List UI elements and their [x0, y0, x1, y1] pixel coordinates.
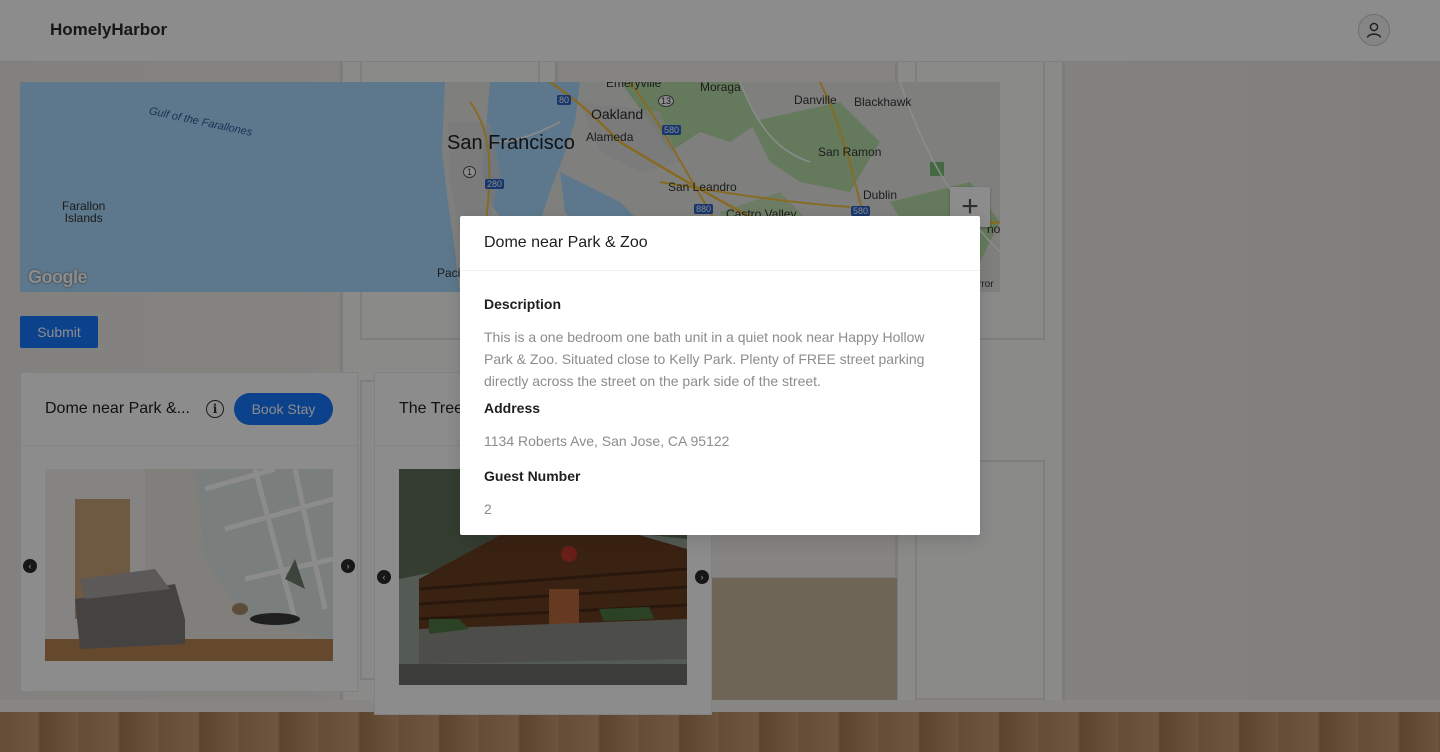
description-label: Description — [484, 296, 562, 312]
guest-number-value: 2 — [484, 501, 492, 517]
address-value: 1134 Roberts Ave, San Jose, CA 95122 — [484, 433, 730, 449]
modal-title: Dome near Park & Zoo — [484, 234, 648, 251]
guest-number-label: Guest Number — [484, 468, 581, 484]
modal-body: Description This is a one bedroom one ba… — [484, 296, 956, 520]
listing-details-modal: Dome near Park & Zoo Description This is… — [460, 216, 980, 535]
modal-header: Dome near Park & Zoo — [460, 216, 980, 271]
address-label: Address — [484, 400, 541, 416]
description-value: This is a one bedroom one bath unit in a… — [484, 329, 925, 389]
